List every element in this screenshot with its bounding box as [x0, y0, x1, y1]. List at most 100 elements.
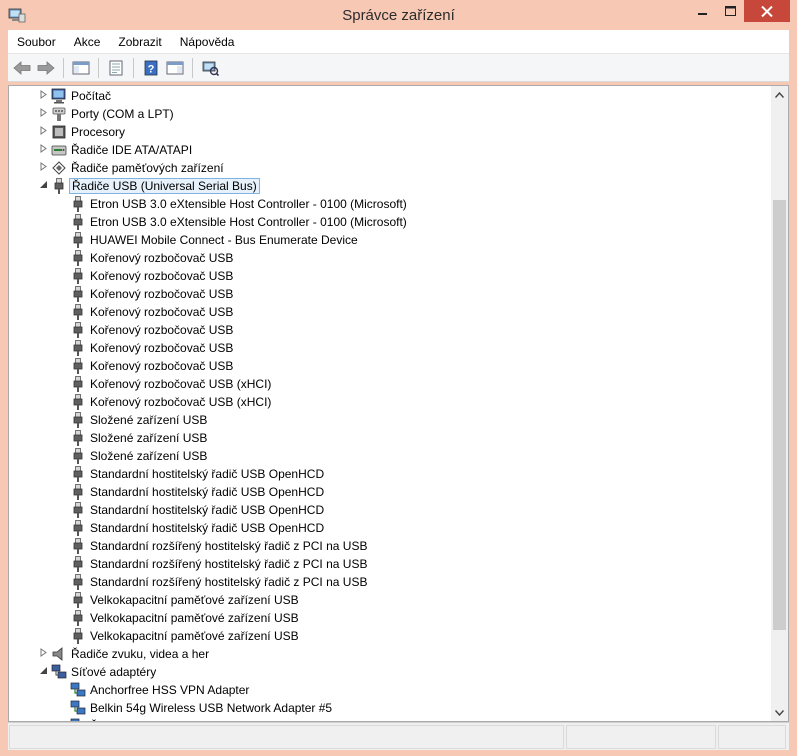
- collapsed-arrow-icon[interactable]: [39, 108, 49, 120]
- toolbar-separator: [98, 57, 99, 78]
- tree-device[interactable]: HUAWEI Mobile Connect - Bus Enumerate De…: [9, 231, 769, 249]
- usb-icon: [70, 286, 86, 302]
- show-hide-tree-button[interactable]: [70, 57, 92, 79]
- usb-icon: [70, 628, 86, 644]
- network-adapter-icon: [70, 718, 86, 721]
- tree-device[interactable]: Složené zařízení USB: [9, 429, 769, 447]
- tree-device[interactable]: Složené zařízení USB: [9, 447, 769, 465]
- scroll-up-button[interactable]: [771, 86, 788, 103]
- tree-device[interactable]: Standardní hostitelský řadič USB OpenHCD: [9, 483, 769, 501]
- network-adapter-icon: [70, 700, 86, 716]
- expanded-arrow-icon[interactable]: [39, 180, 49, 192]
- tree-category[interactable]: Síťové adaptéry: [9, 663, 769, 681]
- svg-text:?: ?: [148, 63, 155, 75]
- tree-category[interactable]: Řadiče IDE ATA/ATAPI: [9, 141, 769, 159]
- tree-item-label: Procesory: [71, 125, 126, 139]
- tree-item-label: Složené zařízení USB: [90, 449, 208, 463]
- tree-item-label: Etron USB 3.0 eXtensible Host Controller…: [90, 197, 407, 211]
- tree-device[interactable]: Standardní hostitelský řadič USB OpenHCD: [9, 465, 769, 483]
- usb-icon: [70, 520, 86, 536]
- storage-controller-icon: [51, 160, 67, 176]
- tree-device[interactable]: Etron USB 3.0 eXtensible Host Controller…: [9, 195, 769, 213]
- expanded-arrow-icon[interactable]: [39, 666, 49, 678]
- usb-icon: [70, 430, 86, 446]
- tree-device[interactable]: Standardní hostitelský řadič USB OpenHCD: [9, 501, 769, 519]
- tree-item-label: Řadiče IDE ATA/ATAPI: [71, 143, 193, 157]
- usb-icon: [70, 250, 86, 266]
- help-button[interactable]: ?: [140, 57, 162, 79]
- tree-category[interactable]: Porty (COM a LPT): [9, 105, 769, 123]
- tree-device[interactable]: Standardní rozšířený hostitelský řadič z…: [9, 537, 769, 555]
- tree-device[interactable]: Velkokapacitní paměťové zařízení USB: [9, 627, 769, 645]
- tree-device[interactable]: Standardní hostitelský řadič USB OpenHCD: [9, 519, 769, 537]
- collapsed-arrow-icon[interactable]: [39, 648, 49, 660]
- tree-item-label: Kořenový rozbočovač USB: [90, 341, 234, 355]
- tree-device[interactable]: Složené zařízení USB: [9, 411, 769, 429]
- tree-device[interactable]: Kořenový rozbočovač USB: [9, 303, 769, 321]
- close-button[interactable]: [744, 0, 790, 22]
- tree-category[interactable]: Řadiče USB (Universal Serial Bus): [9, 177, 769, 195]
- maximize-button[interactable]: [717, 0, 744, 22]
- title-bar[interactable]: Správce zařízení: [0, 0, 797, 30]
- chevron-down-icon: [775, 709, 784, 716]
- device-tree[interactable]: Počítač Porty (COM a LPT) Procesory Řadiče …: [9, 86, 772, 721]
- scan-hardware-button[interactable]: [199, 57, 221, 79]
- tree-item-label: Standardní rozšířený hostitelský řadič z…: [90, 575, 368, 589]
- tree-category[interactable]: Řadiče paměťových zařízení: [9, 159, 769, 177]
- tree-device[interactable]: Kořenový rozbočovač USB: [9, 357, 769, 375]
- tree-device[interactable]: Velkokapacitní paměťové zařízení USB: [9, 591, 769, 609]
- tree-category[interactable]: Procesory: [9, 123, 769, 141]
- show-hide-tree-icon: [72, 61, 90, 74]
- tree-device[interactable]: Kořenový rozbočovač USB: [9, 321, 769, 339]
- collapsed-arrow-icon[interactable]: [39, 126, 49, 138]
- tree-device[interactable]: Kořenový rozbočovač USB: [9, 267, 769, 285]
- scan-hardware-icon: [202, 61, 219, 76]
- collapsed-arrow-icon[interactable]: [39, 162, 49, 174]
- tree-item-label: HUAWEI Mobile Connect - Bus Enumerate De…: [90, 233, 358, 247]
- tree-item-label: Velkokapacitní paměťové zařízení USB: [90, 629, 299, 643]
- tree-device[interactable]: Etron USB 3.0 eXtensible Host Controller…: [9, 213, 769, 231]
- tree-item-label: Kořenový rozbočovač USB (xHCI): [90, 377, 272, 391]
- tree-device[interactable]: Řadič Realtek PCIe GBE Family Controller: [9, 717, 769, 721]
- chevron-up-icon: [775, 91, 784, 98]
- tree-device[interactable]: Belkin 54g Wireless USB Network Adapter …: [9, 699, 769, 717]
- action-pane-button[interactable]: [164, 57, 186, 79]
- collapsed-arrow-icon[interactable]: [39, 90, 49, 102]
- forward-button[interactable]: [35, 57, 57, 79]
- scroll-thumb[interactable]: [773, 200, 786, 630]
- menu-akce[interactable]: Akce: [65, 30, 110, 54]
- scroll-down-button[interactable]: [771, 704, 788, 721]
- tree-item-label: Kořenový rozbočovač USB: [90, 305, 234, 319]
- usb-icon: [70, 466, 86, 482]
- menu-zobrazit[interactable]: Zobrazit: [109, 30, 170, 54]
- properties-button[interactable]: [105, 57, 127, 79]
- speaker-icon: [51, 646, 67, 662]
- collapsed-arrow-icon[interactable]: [39, 144, 49, 156]
- status-pane-tertiary: [718, 725, 786, 749]
- minimize-button[interactable]: [689, 0, 717, 22]
- back-button[interactable]: [11, 57, 33, 79]
- tree-device[interactable]: Kořenový rozbočovač USB (xHCI): [9, 393, 769, 411]
- toolbar: ?: [8, 54, 789, 82]
- tree-device[interactable]: Velkokapacitní paměťové zařízení USB: [9, 609, 769, 627]
- tree-category[interactable]: Počítač: [9, 87, 769, 105]
- tree-device[interactable]: Standardní rozšířený hostitelský řadič z…: [9, 555, 769, 573]
- tree-device[interactable]: Kořenový rozbočovač USB: [9, 249, 769, 267]
- menu-napoveda[interactable]: Nápověda: [171, 30, 244, 54]
- menu-soubor[interactable]: Soubor: [8, 30, 65, 54]
- tree-category[interactable]: Řadiče zvuku, videa a her: [9, 645, 769, 663]
- tree-device[interactable]: Kořenový rozbočovač USB: [9, 285, 769, 303]
- usb-icon: [70, 592, 86, 608]
- vertical-scrollbar[interactable]: [771, 86, 788, 721]
- tree-device[interactable]: Anchorfree HSS VPN Adapter: [9, 681, 769, 699]
- tree-item-label: Počítač: [71, 89, 112, 103]
- tree-device[interactable]: Kořenový rozbočovač USB (xHCI): [9, 375, 769, 393]
- tree-device[interactable]: Standardní rozšířený hostitelský řadič z…: [9, 573, 769, 591]
- tree-item-label: Etron USB 3.0 eXtensible Host Controller…: [90, 215, 407, 229]
- tree-item-label: Kořenový rozbočovač USB: [90, 323, 234, 337]
- tree-device[interactable]: Kořenový rozbočovač USB: [9, 339, 769, 357]
- tree-item-label: Kořenový rozbočovač USB: [90, 287, 234, 301]
- tree-item-label: Řadiče zvuku, videa a her: [71, 647, 210, 661]
- computer-icon: [51, 88, 67, 104]
- tree-item-label: Řadiče paměťových zařízení: [71, 161, 224, 175]
